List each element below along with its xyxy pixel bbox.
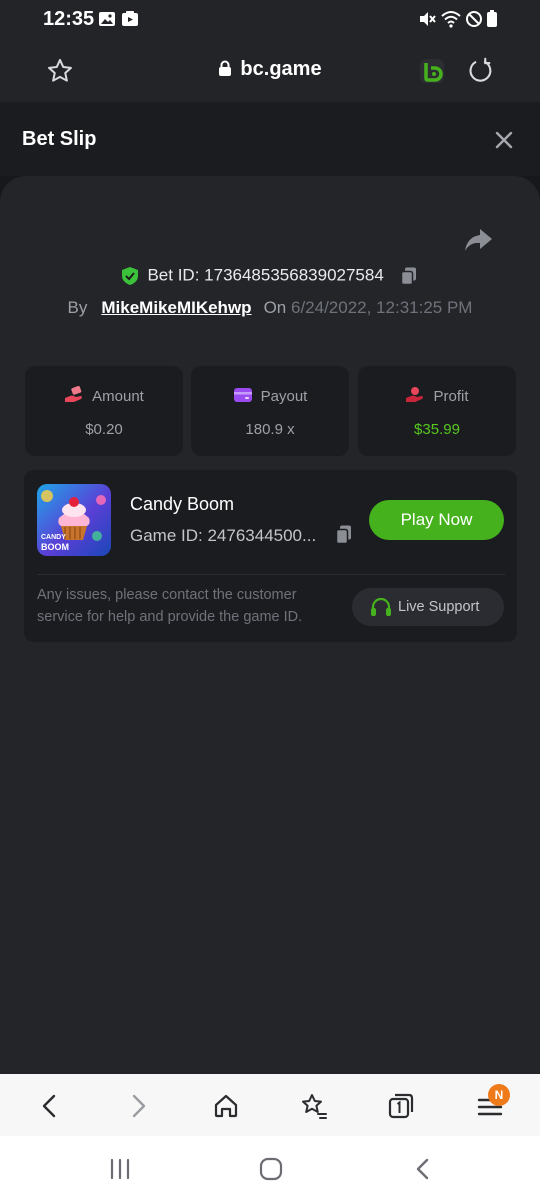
- home-button-icon[interactable]: [258, 1157, 284, 1181]
- game-card: CANDY BOOM Candy Boom Game ID: 247634450…: [24, 470, 517, 642]
- bet-id: Bet ID: 1736485356839027584: [147, 265, 384, 285]
- bet-slip-header: Bet Slip: [0, 102, 540, 176]
- on-label: On: [263, 298, 287, 317]
- thumb-text-boom: BOOM: [41, 542, 69, 552]
- by-label: By: [67, 298, 88, 317]
- game-name: Candy Boom: [130, 494, 235, 514]
- wifi-icon: [441, 11, 461, 28]
- money-hand-icon: [65, 385, 83, 402]
- lock-icon: [219, 60, 232, 76]
- mute-icon: [420, 12, 436, 26]
- bet-id-row: Bet ID: 1736485356839027584: [0, 265, 540, 286]
- game-id: Game ID: 2476344500...: [130, 526, 317, 545]
- gallery-icon: [99, 12, 115, 26]
- username-link[interactable]: MikeMikeMIKehwp: [101, 298, 251, 317]
- profit-hand-icon: [406, 387, 424, 402]
- payout-card: Payout 180.9 x: [191, 366, 349, 456]
- live-support-button[interactable]: Live Support: [352, 588, 504, 626]
- back-icon[interactable]: [38, 1092, 62, 1120]
- forward-icon[interactable]: [126, 1092, 150, 1120]
- tabs-icon[interactable]: [387, 1092, 415, 1120]
- payout-label: Payout: [260, 388, 308, 405]
- live-support-label: Live Support: [398, 599, 480, 615]
- profit-card: Profit $35.99: [358, 366, 516, 456]
- address-bar[interactable]: bc.game: [0, 58, 540, 81]
- status-time: 12:35: [43, 8, 95, 30]
- reload-icon[interactable]: [466, 57, 494, 85]
- bet-date: 6/24/2022, 12:31:25 PM: [290, 298, 473, 317]
- headset-icon: [371, 597, 391, 616]
- profit-label: Profit: [433, 388, 469, 405]
- amount-value: $0.20: [85, 421, 123, 438]
- payout-value: 180.9 x: [245, 421, 295, 438]
- bookmarks-icon[interactable]: [298, 1092, 328, 1120]
- browser-bottom-nav: [0, 1074, 540, 1136]
- bcgame-extension-icon[interactable]: [419, 58, 445, 84]
- battery-icon: [487, 10, 497, 27]
- verified-shield-icon: [122, 266, 139, 285]
- divider: [37, 574, 505, 575]
- amount-card: Amount $0.20: [25, 366, 183, 456]
- video-icon: [122, 11, 138, 26]
- system-navigation-bar: [0, 1136, 540, 1200]
- page-title: Bet Slip: [22, 128, 97, 150]
- status-bar: 12:35: [0, 0, 540, 40]
- browser-toolbar: bc.game: [0, 40, 540, 102]
- close-icon[interactable]: [490, 126, 518, 154]
- profit-value: $35.99: [414, 421, 460, 438]
- amount-label: Amount: [92, 388, 144, 405]
- thumb-text-candy: CANDY: [41, 534, 66, 541]
- game-thumbnail[interactable]: CANDY BOOM: [37, 484, 111, 556]
- copy-game-id-icon[interactable]: [334, 524, 354, 546]
- copy-icon[interactable]: [399, 266, 419, 286]
- home-icon[interactable]: [212, 1092, 240, 1120]
- url-text: bc.game: [240, 58, 322, 80]
- notification-badge: N: [488, 1084, 510, 1106]
- share-icon[interactable]: [462, 226, 494, 254]
- support-notice: Any issues, please contact the customer …: [37, 587, 303, 625]
- play-now-button[interactable]: Play Now: [369, 500, 504, 540]
- wallet-card-icon: [233, 388, 252, 402]
- bet-meta-row: By MikeMikeMIKehwp On 6/24/2022, 12:31:25 …: [0, 298, 540, 318]
- do-not-disturb-icon: [466, 11, 482, 27]
- back-button-icon[interactable]: [412, 1157, 434, 1181]
- recent-apps-icon[interactable]: [108, 1158, 132, 1180]
